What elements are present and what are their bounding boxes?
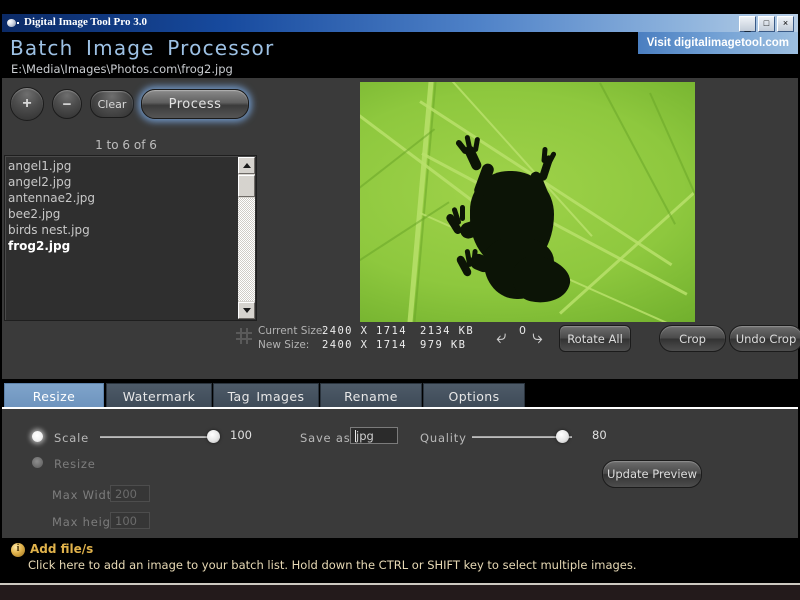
window-title-bar[interactable]: Digital Image Tool Pro 3.0 _ □ × [2,14,798,32]
current-size-label: Current Size: [258,325,326,337]
tab-resize[interactable]: Resize [4,383,104,408]
new-dimensions-value: 2400 X 1714 [322,339,407,351]
scale-slider-track [100,436,220,438]
minimize-icon: _ [744,20,751,33]
update-preview-button[interactable]: Update Preview [602,460,702,488]
minimize-button[interactable]: _ [739,16,756,32]
current-file-path: E:\Media\Images\Photos.com\frog2.jpg [11,62,233,76]
scroll-down-arrow-icon[interactable] [238,302,255,319]
scale-slider-knob[interactable] [207,430,220,443]
current-filesize-value: 2134 KB [420,325,475,337]
save-as-value: jpg [356,428,374,443]
list-item[interactable]: birds nest.jpg [8,222,236,238]
rotate-right-arrow-icon[interactable]: ⤷ [532,328,543,347]
scale-label: Scale [54,431,89,445]
quality-slider-knob[interactable] [556,430,569,443]
max-height-input[interactable]: 100 [110,512,150,529]
current-dimensions-value: 2400 X 1714 [322,325,407,337]
application-window: Digital Image Tool Pro 3.0 _ □ × Batch I… [0,0,800,583]
scale-slider[interactable]: 100 [100,428,252,444]
main-content-area: + − Clear Process 1 to 6 of 6 angel1.jpg… [2,78,800,379]
add-file-button[interactable]: + [10,87,44,121]
image-preview[interactable] [360,82,695,322]
resize-radio[interactable] [32,457,43,468]
scroll-up-arrow-icon[interactable] [238,157,255,174]
crop-button[interactable]: Crop [659,325,726,352]
list-item[interactable]: angel2.jpg [8,174,236,190]
page-title: Batch Image Processor [10,36,275,60]
process-button[interactable]: Process [141,89,249,119]
window-controls: _ □ × [739,16,794,32]
tab-bar: Resize Watermark Tag Images Rename Optio… [2,383,798,409]
scrollbar-thumb[interactable] [238,175,255,197]
scrollbar-track[interactable] [238,198,255,301]
scale-value: 100 [230,428,252,442]
new-filesize-value: 979 KB [420,339,467,351]
list-item[interactable]: angel1.jpg [8,158,236,174]
quality-label: Quality [420,431,467,445]
save-as-label: Save as: [300,431,356,445]
scale-radio[interactable] [32,431,43,442]
quality-value: 80 [592,428,607,442]
info-icon: i [11,543,25,557]
file-list-scrollbar[interactable] [238,157,255,319]
clear-list-button[interactable]: Clear [90,90,134,118]
list-item-selected[interactable]: frog2.jpg [8,238,236,254]
crop-grid-icon [236,328,252,344]
tab-tag-images[interactable]: Tag Images [213,383,319,408]
tab-watermark[interactable]: Watermark [106,383,212,408]
quality-slider[interactable]: 80 [472,428,607,444]
maximize-icon: □ [763,17,770,28]
file-list-items: angel1.jpg angel2.jpg antennae2.jpg bee2… [5,158,236,318]
save-as-input[interactable]: jpg [350,427,398,444]
list-item[interactable]: bee2.jpg [8,206,236,222]
rotation-count-value: 0 [519,324,526,337]
frog-silhouette [444,134,596,309]
undo-crop-button[interactable]: Undo Crop [729,325,800,352]
close-icon: × [782,17,789,28]
max-width-input[interactable]: 200 [110,485,150,502]
rotate-all-button[interactable]: Rotate All [559,325,631,352]
maximize-button[interactable]: □ [758,16,775,32]
tab-rename[interactable]: Rename [320,383,422,408]
file-management-panel: + − Clear Process 1 to 6 of 6 angel1.jpg… [2,78,258,379]
desktop-strip [0,585,800,600]
sphere-icon [7,17,19,29]
close-button[interactable]: × [777,16,794,32]
preview-image-leaf-with-frog [360,82,695,322]
visit-website-link[interactable]: Visit digitalimagetool.com [637,32,798,54]
new-size-label: New Size: [258,339,310,351]
file-count-label: 1 to 6 of 6 [95,138,157,152]
app-header: Batch Image Processor E:\Media\Images\Ph… [2,32,798,78]
resize-label: Resize [54,457,96,471]
window-title: Digital Image Tool Pro 3.0 [24,16,147,28]
status-message: Click here to add an image to your batch… [28,558,637,572]
image-info-bar: Current Size: New Size: 2400 X 1714 2400… [234,322,800,362]
remove-file-button[interactable]: − [52,89,82,119]
status-title: Add file/s [30,542,94,556]
rotate-left-arrow-icon[interactable]: ⤶ [496,328,507,347]
tab-options[interactable]: Options [423,383,525,408]
status-bar[interactable]: i Add file/s Click here to add an image … [2,538,798,581]
desktop-background: Digital Image Tool Pro 3.0 _ □ × Batch I… [0,0,800,600]
list-item[interactable]: antennae2.jpg [8,190,236,206]
file-list[interactable]: angel1.jpg angel2.jpg antennae2.jpg bee2… [4,155,257,321]
